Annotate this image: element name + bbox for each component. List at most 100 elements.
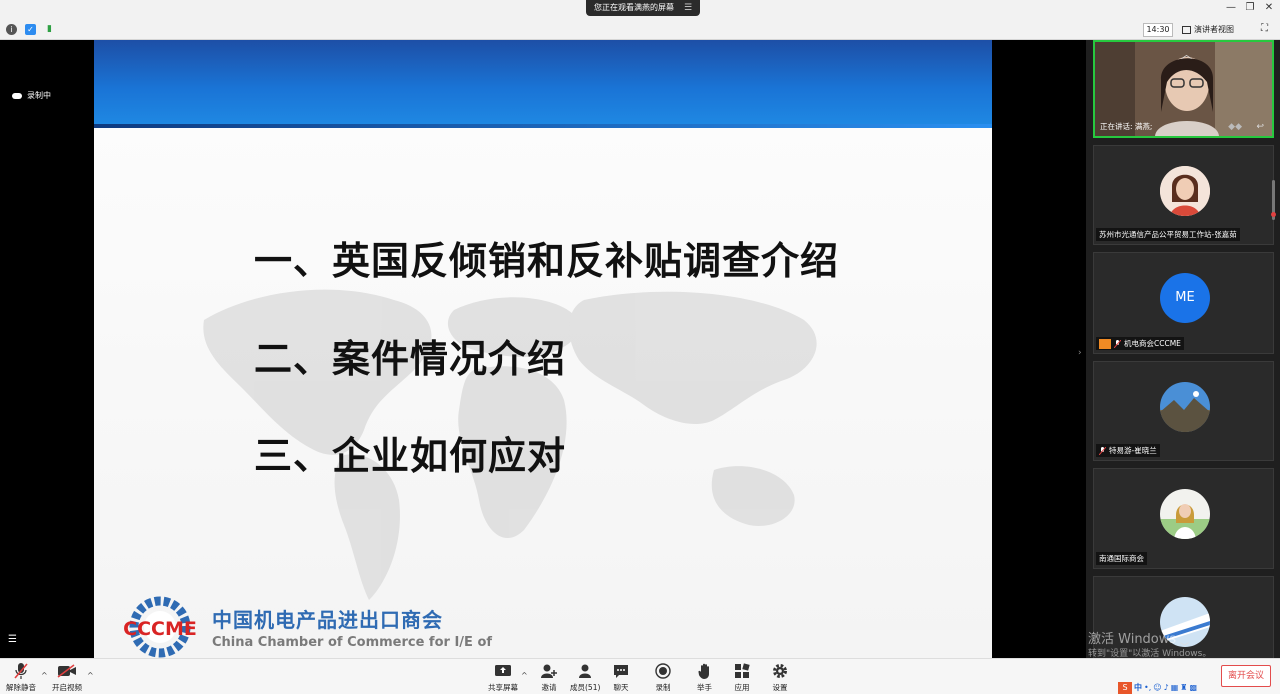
close-icon[interactable]: ✕ (1262, 2, 1276, 13)
settings-button[interactable]: 设置 (772, 662, 788, 693)
apps-label: 应用 (734, 683, 750, 692)
info-icon[interactable]: i (6, 24, 17, 35)
agenda-item-3: 三、企业如何应对 (254, 434, 567, 478)
cccme-logo-mark: CCCME (118, 596, 202, 658)
participant-name: 机电商会CCCME (1096, 337, 1184, 350)
share-screen-label: 共享屏幕 (488, 683, 518, 692)
slide-header-band (94, 40, 992, 128)
participant-name: 苏州市光通信产品公平贸易工作站-张嘉茹 (1096, 228, 1240, 241)
agenda-item-2: 二、案件情况介绍 (254, 337, 567, 381)
host-badge-icon (1099, 338, 1111, 349)
raise-hand-button[interactable]: 举手 (697, 662, 712, 693)
view-mode-button[interactable]: 演讲者视图 (1182, 23, 1234, 37)
viewing-notice[interactable]: 您正在观看满燕的屏幕 ☰ (586, 0, 701, 16)
apps-button[interactable]: 应用 (734, 662, 750, 693)
recording-indicator[interactable]: 录制中 (12, 90, 51, 101)
participant-name-text: 机电商会CCCME (1124, 339, 1181, 348)
shield-icon[interactable]: ✓ (25, 24, 36, 35)
signal-icon[interactable]: ▮ (44, 24, 55, 35)
logo-text: 中国机电产品进出口商会 China Chamber of Commerce fo… (212, 604, 492, 650)
ime-emoji-icon[interactable]: ☺ (1153, 683, 1161, 692)
video-options-caret-icon[interactable]: ^ (87, 671, 94, 680)
add-user-icon (540, 662, 558, 680)
video-off-icon (57, 662, 77, 680)
raise-hand-label: 举手 (697, 683, 712, 692)
participant-name-text: 南通国际商会 (1099, 554, 1144, 563)
restore-icon[interactable]: ❐ (1243, 2, 1257, 13)
reply-icon[interactable]: ↩ (1256, 122, 1264, 132)
members-button[interactable]: 成员(51) (570, 662, 600, 693)
participant-tile[interactable]: 特易游-崔晓兰 (1093, 361, 1274, 461)
participant-name: 南通国际商会 (1096, 552, 1147, 565)
fullscreen-icon[interactable]: ⛶ (1261, 23, 1268, 34)
speaker-label-text: 正在讲话: 满燕; (1100, 122, 1153, 131)
logo-cn-name: 中国机电产品进出口商会 (212, 608, 443, 632)
list-icon[interactable]: ☰ (8, 634, 17, 645)
view-mode-label: 演讲者视图 (1194, 25, 1234, 34)
participant-name-text: 特易游-崔晓兰 (1109, 446, 1157, 455)
meeting-timer: 14:30 (1143, 23, 1173, 37)
avatar (1160, 489, 1210, 539)
minimize-icon[interactable]: — (1224, 2, 1238, 13)
unmute-label: 解除静音 (6, 683, 36, 692)
ime-grid-icon[interactable]: ▩ (1189, 683, 1197, 692)
shared-slide: 一、英国反倾销和反补贴调查介绍 二、案件情况介绍 三、企业如何应对 CCCME … (94, 40, 992, 658)
mic-muted-icon (1113, 339, 1122, 348)
apps-icon (734, 662, 750, 680)
settings-label: 设置 (772, 683, 788, 692)
members-label: 成员(51) (570, 683, 601, 692)
invite-label: 邀请 (541, 683, 557, 692)
start-video-button[interactable]: 开启视频 (52, 662, 82, 693)
sogou-icon[interactable]: S (1118, 681, 1132, 694)
avatar (1160, 382, 1210, 432)
logo-mark-text: CCCME (123, 618, 197, 640)
participant-name-text: 苏州市光通信产品公平贸易工作站-张嘉茹 (1099, 230, 1237, 239)
record-button[interactable]: 录制 (655, 662, 671, 693)
scroll-up-icon[interactable]: ︿ (1181, 46, 1192, 62)
ime-shirt-icon[interactable]: ♜ (1180, 683, 1187, 692)
hand-icon (697, 662, 712, 680)
share-screen-button[interactable]: 共享屏幕 (488, 662, 518, 693)
ime-toolbar[interactable]: S 中 •, ☺ ♪ ▦ ♜ ▩ (1118, 681, 1197, 694)
cccme-logo: CCCME 中国机电产品进出口商会 China Chamber of Comme… (118, 596, 492, 658)
meeting-window: 您正在观看满燕的屏幕 ☰ — ❐ ✕ i ✓ ▮ 14:30 演讲者视图 ⛶ 录… (0, 0, 1280, 694)
speaker-label: 正在讲话: 满燕; (1097, 120, 1155, 133)
start-video-label: 开启视频 (52, 683, 82, 692)
avatar (1160, 166, 1210, 216)
settings-sliders-icon[interactable]: ☰ (684, 0, 692, 16)
share-options-caret-icon[interactable]: ^ (521, 671, 528, 680)
ime-language[interactable]: 中 (1134, 682, 1142, 693)
participant-tile-speaker[interactable]: ︿ 正在讲话: 满燕; ◆◆ ↩ (1093, 40, 1274, 138)
ime-keyboard-icon[interactable]: ▦ (1171, 683, 1179, 692)
status-icons: i ✓ ▮ (6, 24, 55, 35)
invite-button[interactable]: 邀请 (540, 662, 558, 693)
chat-icon (613, 662, 629, 680)
ime-punct-icon[interactable]: •, (1144, 683, 1151, 692)
members-icon (577, 662, 593, 680)
mic-muted-icon (1098, 446, 1107, 455)
top-bar: 您正在观看满燕的屏幕 ☰ — ❐ ✕ i ✓ ▮ 14:30 演讲者视图 ⛶ (0, 0, 1280, 40)
collapse-sidebar-icon[interactable]: › (1078, 348, 1082, 358)
chat-label: 聊天 (613, 683, 629, 692)
record-icon (655, 662, 671, 680)
unmute-button[interactable]: 解除静音 (6, 662, 36, 693)
participant-tile[interactable]: ME 机电商会CCCME (1093, 252, 1274, 354)
grid-icon (1182, 26, 1191, 34)
avatar-initials: ME (1160, 273, 1210, 323)
participant-tile[interactable]: 苏州市光通信产品公平贸易工作站-张嘉茹 (1093, 145, 1274, 245)
pin-icon[interactable]: ◆◆ (1228, 122, 1242, 132)
ime-voice-icon[interactable]: ♪ (1164, 683, 1169, 692)
gear-icon (772, 662, 788, 680)
logo-en-name: China Chamber of Commerce for I/E of (212, 635, 493, 650)
participant-name: 特易游-崔晓兰 (1096, 444, 1160, 457)
share-right-margin (992, 40, 1086, 658)
viewing-notice-text: 您正在观看满燕的屏幕 (594, 3, 674, 12)
meeting-toolbar: 解除静音 ^ 开启视频 ^ 共享屏幕 ^ 邀请 成员(51) 聊天 录制 举手 … (0, 658, 1280, 694)
participant-tile[interactable]: 南通国际商会 (1093, 468, 1274, 569)
chat-button[interactable]: 聊天 (613, 662, 629, 693)
audio-options-caret-icon[interactable]: ^ (41, 671, 48, 680)
sidebar-scroll-marker (1271, 212, 1276, 217)
share-screen-icon (494, 662, 512, 680)
leave-meeting-button[interactable]: 离开会议 (1221, 665, 1271, 687)
activate-windows-title: 激活 Windows (1088, 632, 1177, 647)
